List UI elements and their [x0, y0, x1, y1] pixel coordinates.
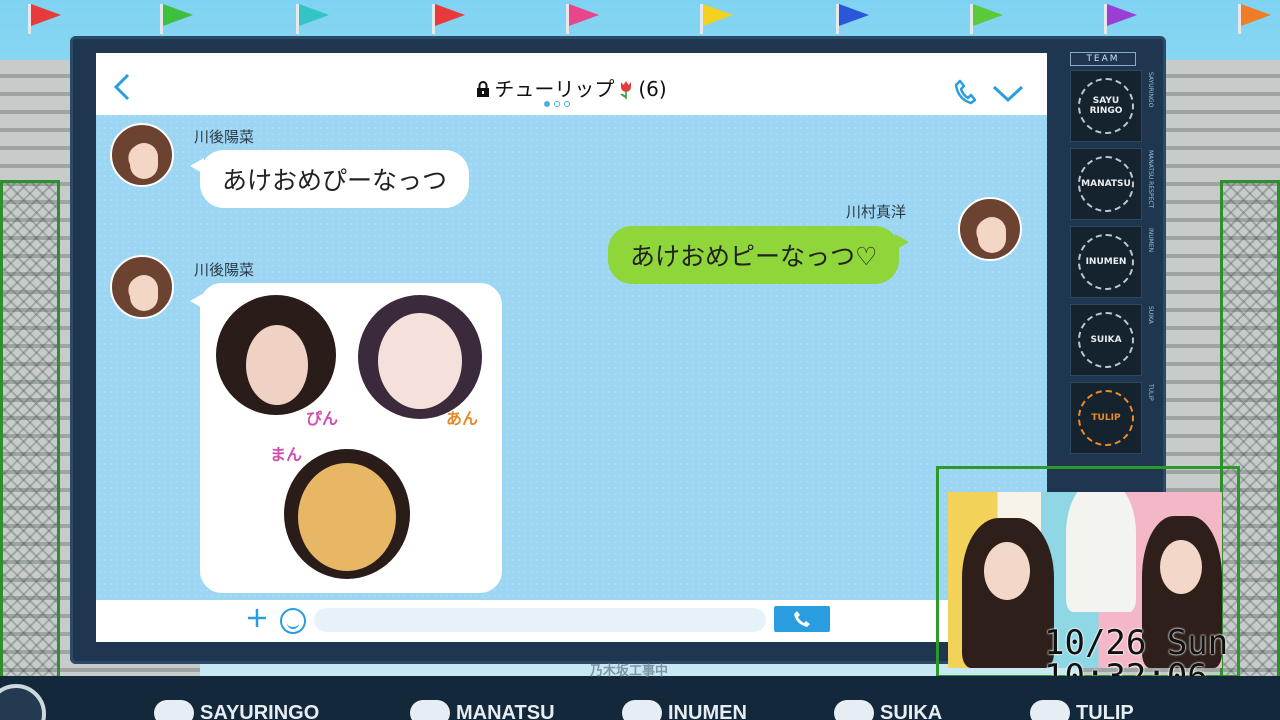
team-tile-inumen[interactable]: INUMEN [1070, 226, 1142, 298]
team-heading: TEAM [1070, 52, 1136, 66]
sticker-face [216, 295, 336, 415]
avatar[interactable] [958, 197, 1022, 261]
flag [700, 4, 733, 34]
tulip-icon: TULIP [1078, 390, 1134, 446]
manatsu-icon: MANATSU [1078, 156, 1134, 212]
sender-name: 川後陽菜 [194, 261, 255, 279]
manatsu-icon [410, 700, 450, 720]
plus-icon [248, 609, 266, 627]
apple-icon: SAYU RINGO [1078, 78, 1134, 134]
call-button[interactable] [774, 606, 830, 632]
flag [566, 4, 599, 34]
banner-team: MANATSU [410, 700, 555, 720]
sender-name: 川村真洋 [846, 203, 907, 221]
flag [1104, 4, 1137, 34]
sticker-message[interactable]: ぴん あん まん [190, 283, 502, 593]
watermelon-icon [834, 700, 874, 720]
flag [160, 4, 193, 34]
chat-title-text: チューリップ [494, 77, 615, 101]
chat-screen: チューリップ (6) 川後陽菜 あけおめぴーなっつ 川村真洋 あけおめピーなっつ♡… [96, 53, 1047, 642]
avatar[interactable] [110, 255, 174, 319]
doghouse-icon: INUMEN [1078, 234, 1134, 290]
page-dot [554, 101, 560, 107]
team-tile-tulip[interactable]: TULIP [1070, 382, 1142, 454]
team-panel: TEAM SAYU RINGO SAYURINGO MANATSU MANATS… [1064, 50, 1154, 470]
phone-icon[interactable] [954, 79, 976, 105]
banner-team-name: TULIP [1076, 701, 1134, 720]
flag [432, 4, 465, 34]
person [962, 518, 1054, 668]
chat-header: チューリップ (6) [96, 53, 1047, 115]
message-bubble[interactable]: あけおめピーなっつ♡ [608, 226, 910, 284]
banner-team: INUMEN [622, 700, 747, 720]
team-tile-sayuringo[interactable]: SAYU RINGO [1070, 70, 1142, 142]
doghouse-icon [622, 700, 662, 720]
banner-team-name: SUIKA [880, 701, 943, 720]
chevron-down-icon[interactable] [992, 85, 1024, 103]
flag [970, 4, 1003, 34]
chat-title: チューリップ (6) [96, 73, 1047, 102]
tulip-icon [1030, 700, 1070, 720]
flag [28, 4, 61, 34]
team-side-label: INUMEN [1147, 228, 1154, 253]
fence-left [0, 180, 60, 680]
page-dot [544, 101, 550, 107]
emoji-icon[interactable] [280, 608, 306, 634]
team-side-label: SUIKA [1147, 306, 1154, 324]
phone-icon [794, 611, 810, 627]
sticker-face [284, 449, 410, 579]
message-input[interactable] [314, 608, 766, 632]
banner-team: TULIP [1030, 700, 1134, 720]
flag [836, 4, 869, 34]
sticker-face [358, 295, 482, 419]
message-bubble[interactable]: あけおめぴーなっつ [189, 150, 470, 208]
watermelon-icon: SUIKA [1078, 312, 1134, 368]
banner-team-name: INUMEN [668, 701, 747, 720]
message-input-bar [96, 600, 1047, 642]
tulip-icon [620, 81, 632, 99]
flag [1238, 4, 1271, 34]
flag [296, 4, 329, 34]
page-indicator [544, 101, 570, 107]
team-side-label: TULIP [1147, 384, 1154, 401]
page-dot [564, 101, 570, 107]
apple-icon [154, 700, 194, 720]
team-tile-suika[interactable]: SUIKA [1070, 304, 1142, 376]
show-logo: 乃木坂工事中 [590, 664, 669, 679]
banner-team: SAYURINGO [154, 700, 319, 720]
clock-date: 10/26 Sun [1044, 623, 1229, 663]
sender-name: 川後陽菜 [194, 128, 255, 146]
team-tile-manatsu[interactable]: MANATSU [1070, 148, 1142, 220]
sticker-label: ぴん [306, 409, 339, 428]
banner-team: SUIKA [834, 700, 942, 720]
team-side-label: SAYURINGO [1147, 72, 1154, 108]
avatar[interactable] [110, 123, 174, 187]
member-count: (6) [638, 77, 667, 101]
person [1066, 492, 1136, 612]
team-side-label: MANATSU RESPECT [1147, 150, 1154, 209]
sticker-label: あん [446, 409, 479, 428]
banner-team-name: SAYURINGO [200, 701, 320, 720]
add-button[interactable] [246, 606, 268, 636]
banner-team-name: MANATSU [456, 701, 555, 720]
lock-icon [477, 81, 490, 97]
